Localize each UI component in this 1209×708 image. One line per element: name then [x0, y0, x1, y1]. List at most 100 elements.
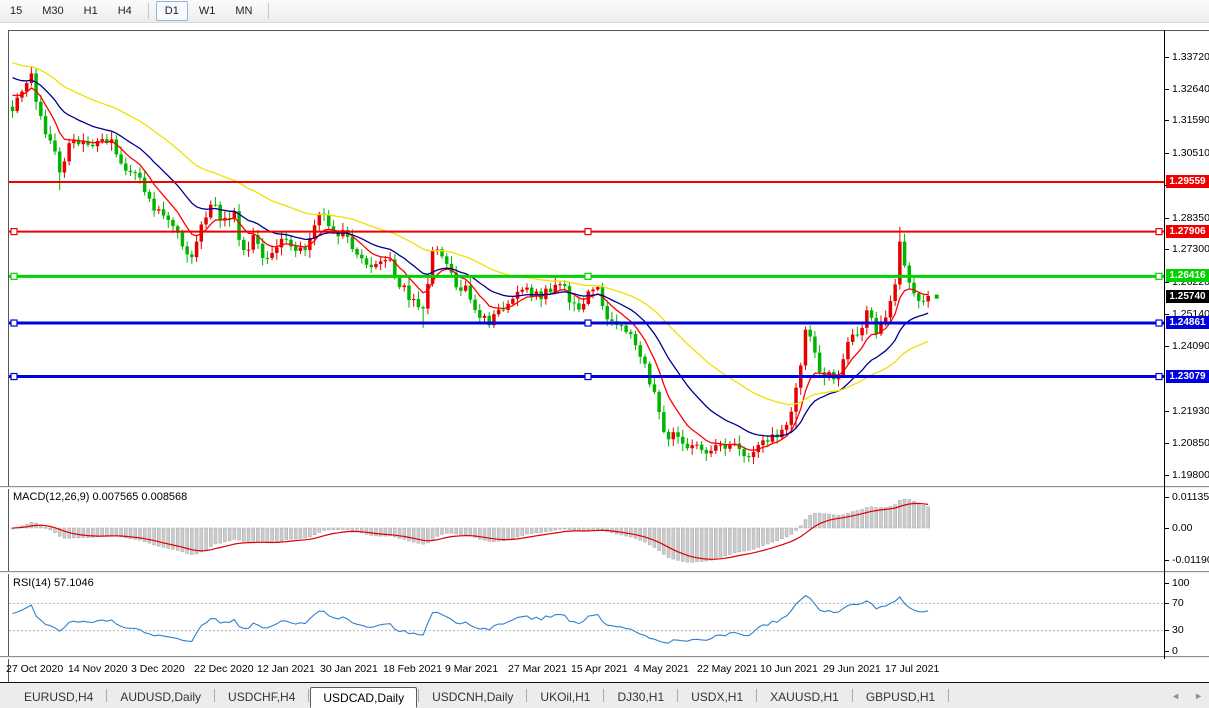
macd-label: MACD(12,26,9) 0.007565 0.008568 [13, 491, 188, 503]
tab-separator [756, 689, 758, 702]
timeframe-toolbar: 15 M30 H1 H4 D1 W1 MN [0, 0, 1209, 23]
date-axis-label: 15 Apr 2021 [571, 663, 628, 675]
chart-tab-bar: EURUSD,H4 AUDUSD,Daily USDCHF,H4 USDCAD,Dai… [0, 682, 1209, 708]
date-axis-label: 18 Feb 2021 [383, 663, 442, 675]
axis-tick [1164, 583, 1169, 584]
axis-tick-label: 1.21930 [1172, 405, 1209, 417]
timeframe-h4[interactable]: H4 [109, 1, 141, 21]
axis-tick [1164, 346, 1169, 347]
axis-tick [1164, 528, 1169, 529]
hline-handle[interactable] [1155, 372, 1163, 381]
hline-handle[interactable] [1155, 272, 1163, 280]
date-axis-label: 3 Dec 2020 [131, 663, 185, 675]
tab-scroll-left-icon[interactable]: ◄ [1171, 691, 1180, 701]
last-price-marker [934, 294, 939, 299]
level-price-label: 1.24861 [1166, 316, 1209, 329]
hline-handle[interactable] [10, 227, 18, 236]
axis-tick [1164, 475, 1169, 476]
tab-separator [526, 689, 528, 702]
axis-tick-label: 1.31590 [1172, 114, 1209, 126]
tab-separator [106, 689, 108, 702]
axis-tick [1164, 153, 1169, 154]
hline-handle[interactable] [10, 372, 18, 381]
tab-usdchf-h4[interactable]: USDCHF,H4 [216, 687, 307, 708]
rsi-line [12, 594, 929, 644]
axis-tick [1164, 282, 1169, 283]
tab-scroll-arrows: ◄ ► [1171, 691, 1203, 701]
hline-handle[interactable] [584, 319, 592, 327]
timeframe-d1[interactable]: D1 [155, 1, 188, 21]
terminal-window: 15 M30 H1 H4 D1 W1 MN ▲ USDCAD,Daily 1.25810 1.… [0, 0, 1209, 708]
timeframe-h1[interactable]: H1 [75, 1, 107, 21]
tab-xauusd-h1[interactable]: XAUUSD,H1 [758, 687, 851, 708]
rsi-panel-canvas[interactable] [9, 574, 1164, 656]
tab-separator [418, 689, 420, 702]
axis-tick-label: 70 [1172, 597, 1184, 609]
hline-handle[interactable] [584, 272, 592, 280]
hline-handle[interactable] [584, 372, 592, 381]
panel-splitter[interactable] [0, 656, 1209, 659]
tab-dj30-h1[interactable]: DJ30,H1 [605, 687, 676, 708]
ma-mid-line [12, 76, 929, 437]
current-price-label: 1.25740 [1166, 290, 1209, 303]
tab-separator [948, 689, 950, 702]
tab-usdcad-daily[interactable]: USDCAD,Daily [310, 687, 418, 708]
price-axis-line [1164, 30, 1165, 659]
timeframe-m30[interactable]: M30 [33, 1, 72, 21]
level-price-label: 1.23079 [1166, 370, 1209, 383]
axis-tick-label: 1.19800 [1172, 469, 1209, 481]
ma-slow-line [12, 62, 929, 406]
hline-handle[interactable] [10, 319, 18, 327]
date-axis-label: 10 Jun 2021 [760, 663, 818, 675]
axis-tick [1164, 218, 1169, 219]
axis-tick [1164, 314, 1169, 315]
hline-handle[interactable] [584, 227, 592, 236]
axis-tick-label: 1.32640 [1172, 83, 1209, 95]
hline-handle[interactable] [1155, 319, 1163, 327]
ma-fast-line [12, 87, 929, 451]
tab-separator [308, 689, 310, 702]
date-axis-label: 27 Oct 2020 [6, 663, 64, 675]
axis-tick-label: 0.00 [1172, 522, 1193, 534]
tab-separator [603, 689, 605, 702]
axis-tick-label: 1.24090 [1172, 340, 1209, 352]
date-axis-label: 14 Nov 2020 [68, 663, 128, 675]
main-chart-canvas[interactable] [9, 31, 1164, 486]
tab-gbpusd-h1[interactable]: GBPUSD,H1 [854, 687, 947, 708]
tab-usdx-h1[interactable]: USDX,H1 [679, 687, 755, 708]
date-axis-label: 29 Jun 2021 [823, 663, 881, 675]
axis-tick [1164, 89, 1169, 90]
axis-tick [1164, 411, 1169, 412]
axis-tick-label: 1.30510 [1172, 147, 1209, 159]
axis-tick-label: 1.33720 [1172, 51, 1209, 63]
axis-tick [1164, 630, 1169, 631]
tab-ukoil-h1[interactable]: UKOil,H1 [528, 687, 602, 708]
axis-tick-label: 0 [1172, 645, 1178, 657]
axis-tick-label: 30 [1172, 624, 1184, 636]
tab-audusd-daily[interactable]: AUDUSD,Daily [108, 687, 213, 708]
axis-tick-label: 100 [1172, 577, 1190, 589]
date-axis-label: 22 Dec 2020 [194, 663, 254, 675]
axis-tick-label: 1.27300 [1172, 243, 1209, 255]
timeframe-w1[interactable]: W1 [190, 1, 225, 21]
level-price-label: 1.29559 [1166, 175, 1209, 188]
axis-tick [1164, 249, 1169, 250]
tab-scroll-right-icon[interactable]: ► [1194, 691, 1203, 701]
level-price-label: 1.27906 [1166, 225, 1209, 238]
tab-separator [214, 689, 216, 702]
axis-tick [1164, 603, 1169, 604]
timeframe-15[interactable]: 15 [1, 1, 31, 21]
tab-eurusd-h4[interactable]: EURUSD,H4 [12, 687, 105, 708]
date-axis-label: 12 Jan 2021 [257, 663, 315, 675]
tab-usdcnh-daily[interactable]: USDCNH,Daily [420, 687, 525, 708]
date-axis-label: 30 Jan 2021 [320, 663, 378, 675]
axis-tick-label: -0.01190 [1172, 554, 1209, 566]
hline-handle[interactable] [1155, 227, 1163, 236]
toolbar-separator [268, 3, 270, 19]
timeframe-mn[interactable]: MN [226, 1, 261, 21]
date-axis-label: 9 Mar 2021 [445, 663, 499, 675]
date-axis-label: 17 Jul 2021 [885, 663, 940, 675]
hline-handle[interactable] [10, 272, 18, 280]
tab-separator [677, 689, 679, 702]
axis-tick [1164, 57, 1169, 58]
